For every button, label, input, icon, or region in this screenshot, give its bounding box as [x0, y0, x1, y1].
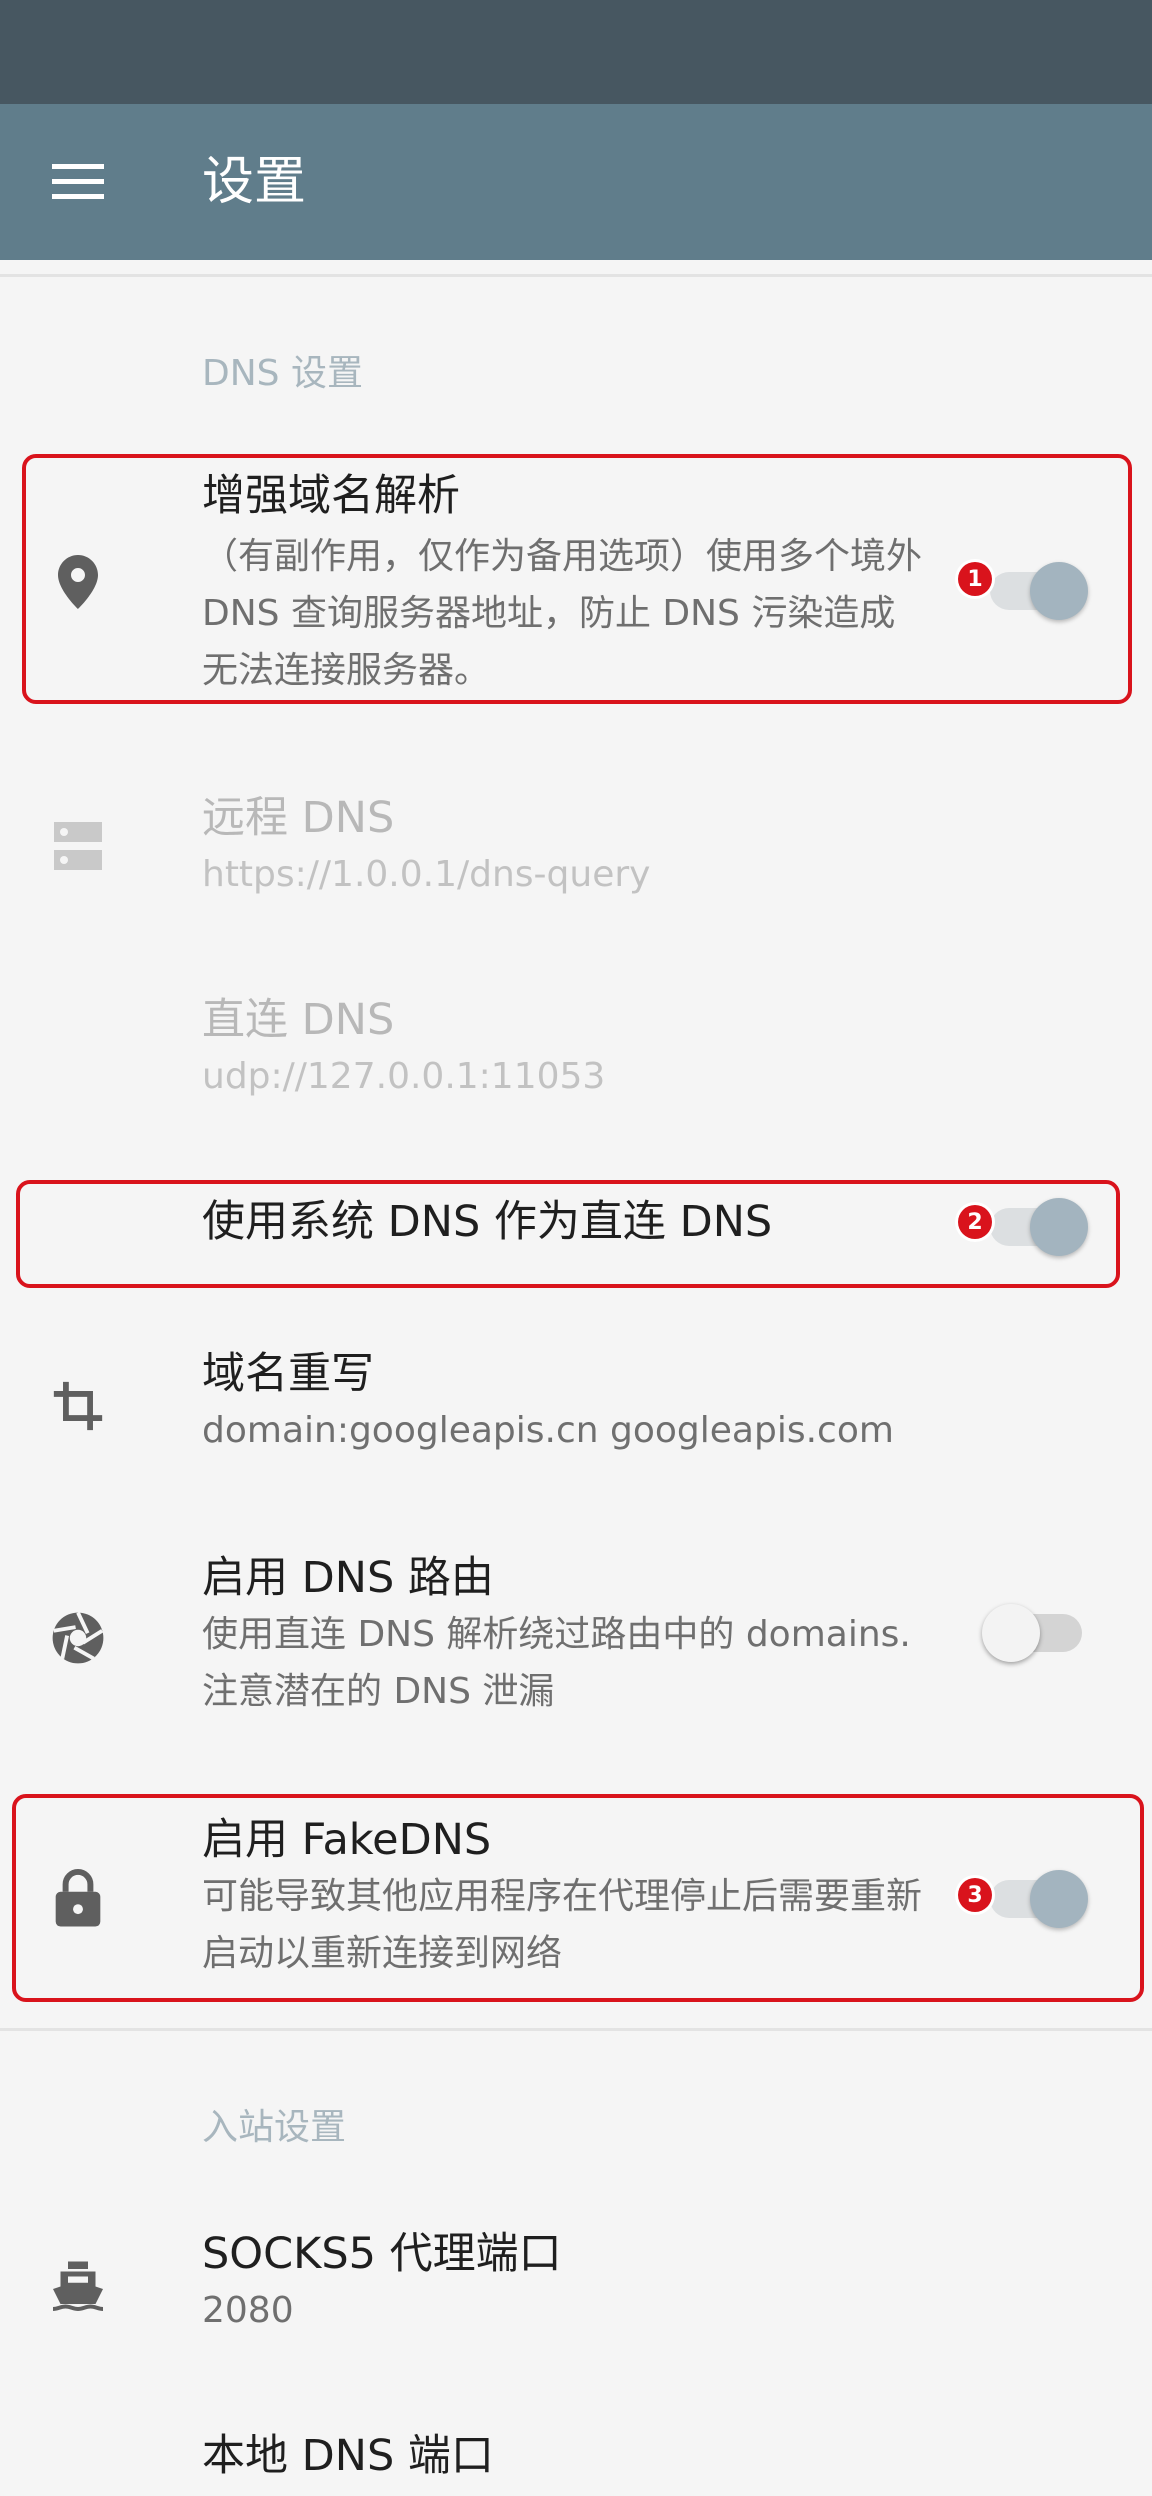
pref-local-dns-port[interactable]: 本地 DNS 端口: [0, 2424, 1152, 2496]
pref-title: 远程 DNS: [202, 793, 395, 843]
app-bar: [0, 104, 1152, 260]
badge: 1: [958, 562, 992, 596]
pref-title: 直连 DNS: [202, 995, 395, 1045]
pref-summary: https://1.0.0.1/dns-query: [202, 854, 651, 895]
divider: [0, 274, 1152, 277]
pref-summary: 2080: [202, 2290, 294, 2331]
pref-title: 域名重写: [202, 1349, 374, 1399]
ship-icon: [40, 2246, 116, 2322]
dns-server-icon: [40, 808, 116, 884]
pref-socks5-port[interactable]: SOCKS5 代理端口 2080: [0, 2222, 1152, 2342]
pref-title: 本地 DNS 端口: [202, 2431, 494, 2481]
pref-title: 启用 DNS 路由: [202, 1553, 494, 1603]
status-bar: [0, 0, 1152, 104]
divider: [0, 2028, 1152, 2031]
pref-remote-dns[interactable]: 远程 DNS https://1.0.0.1/dns-query: [0, 786, 1152, 906]
badge: 2: [958, 1205, 992, 1239]
pref-title: SOCKS5 代理端口: [202, 2229, 562, 2279]
pref-summary: udp://127.0.0.1:11053: [202, 1056, 606, 1097]
pref-summary: domain:googleapis.cn googleapis.com: [202, 1410, 894, 1451]
pref-summary: 使用直连 DNS 解析绕过路由中的 domains. 注意潜在的 DNS 泄漏: [202, 1614, 911, 1712]
section-header-dns: DNS 设置: [202, 353, 363, 394]
dns-routing-switch[interactable]: [978, 1592, 1098, 1664]
pref-domain-rewrite[interactable]: 域名重写 domain:googleapis.cn googleapis.com: [0, 1342, 1152, 1462]
page-title: 设置: [202, 152, 307, 212]
badge: 3: [958, 1878, 992, 1912]
crop-icon: [40, 1368, 116, 1444]
pref-direct-dns[interactable]: 直连 DNS udp://127.0.0.1:11053: [0, 988, 1152, 1108]
highlight-box: [16, 1180, 1120, 1288]
menu-icon[interactable]: [40, 150, 116, 214]
shutter-icon: [40, 1600, 116, 1676]
section-header-inbound: 入站设置: [202, 2107, 347, 2148]
pref-dns-routing[interactable]: 启用 DNS 路由 使用直连 DNS 解析绕过路由中的 domains. 注意潜…: [0, 1546, 1152, 1726]
